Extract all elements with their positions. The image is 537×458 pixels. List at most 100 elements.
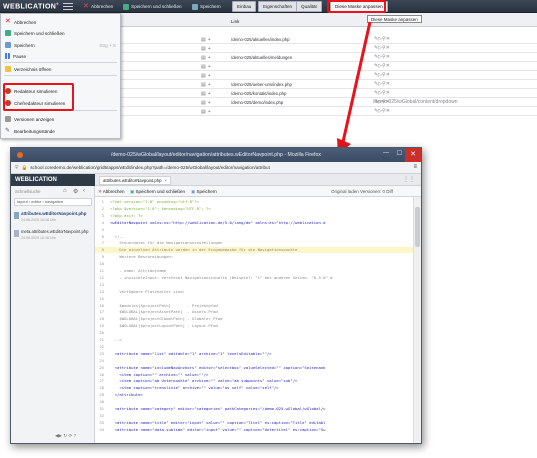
line-number: 29 <box>99 392 104 398</box>
row-link[interactable]: /demo-025/ueber-uns/index.php <box>231 82 292 87</box>
code-text: <?php $version="1.0"; $encoding="UTF-8";… <box>110 205 211 211</box>
code-text: <attribute name="title" editor="input" v… <box>110 419 326 425</box>
editor-version-info[interactable]: Original laden Versionen: 0 Diff <box>331 189 393 194</box>
line-number: 25 <box>99 364 104 370</box>
column-link: Link <box>231 19 240 24</box>
row-controls-icon[interactable]: ▤+ <box>201 82 213 88</box>
firefox-icon <box>17 152 23 158</box>
editor-save-button[interactable]: ▣ Speichern <box>191 189 217 195</box>
line-number: 30 <box>99 399 104 405</box>
row-controls-icon[interactable]: ▤+ <box>201 91 213 97</box>
line-number: 5 <box>101 226 104 232</box>
row-controls-icon[interactable]: ▤+ <box>201 109 213 115</box>
line-number: 28 <box>99 385 104 391</box>
menu-item-save[interactable]: Speichern Strg + S <box>1 40 120 50</box>
code-line: 33 <attribute name="title" editor="input… <box>95 420 413 425</box>
tab-qualitaet[interactable]: Qualität <box>296 1 322 12</box>
editor-save-close-button[interactable]: ▣ Speichern und schließen <box>130 189 185 195</box>
scrollbar[interactable] <box>413 197 421 443</box>
row-controls-icon[interactable]: ▤+ <box>201 46 213 52</box>
code-line: 9 Weitere Beschreibungen: <box>95 254 413 259</box>
menu-toggle-icon[interactable] <box>63 3 73 10</box>
close-icon[interactable]: × <box>165 178 168 183</box>
home-icon[interactable]: ⌂ <box>63 188 67 194</box>
row-controls-icon[interactable]: ▤+ <box>201 55 213 61</box>
code-line: 21 --> <box>95 337 413 342</box>
row-link[interactable]: /demo-025/aktuelles/meldungen <box>231 55 292 60</box>
folder-icon <box>5 66 11 72</box>
menu-item-pause[interactable]: Pause <box>1 51 120 61</box>
arrow-icon[interactable]: ‹ <box>83 188 85 194</box>
menu-divider <box>4 62 117 63</box>
gear-icon[interactable]: ⚙ <box>73 188 78 195</box>
line-number: 10 <box>99 261 104 267</box>
save-close-icon <box>123 3 129 10</box>
row-edit-icons[interactable]: ✎▷⚲✕ <box>374 36 390 42</box>
shield-icon: ⛨ <box>15 165 19 170</box>
code-text: <attribute name="list" editable="1" arch… <box>110 350 272 356</box>
row-edit-icons[interactable]: ✎▷⚲✕ <box>374 54 390 60</box>
row-link[interactable]: /demo-025/aktuelles/index.php <box>231 37 290 42</box>
breadcrumb[interactable]: layout › editor › navigation <box>14 198 92 206</box>
line-number: 7 <box>101 240 104 246</box>
row-link[interactable]: /demo-025/kontakt/index.php <box>231 91 286 96</box>
save-close-button[interactable]: Speichern und schließen <box>123 2 182 11</box>
row-edit-icons[interactable]: ✎▷⚲✕ <box>374 72 390 78</box>
row-controls-icon[interactable]: ▤+ <box>201 100 213 106</box>
code-line: 4 <wEditorNavpoint xmlns:ns="http://webli… <box>95 220 413 225</box>
editor-cancel-button[interactable]: ✕ Abbrechen <box>98 189 125 195</box>
editor-tab[interactable]: attributes.wEditorNavpoint.php × <box>99 176 172 185</box>
row-controls-icon[interactable]: ▤+ <box>201 64 213 70</box>
row-edit-icons[interactable]: ✎▷⚲✕ <box>374 108 390 114</box>
menu-item-cancel[interactable]: ✕ Abbrechen <box>1 17 120 27</box>
quick-search[interactable]: Schnellsuche <box>15 189 41 194</box>
grid-icon[interactable]: ⋮⋮ <box>403 176 415 183</box>
row-link[interactable]: /demo-025/demo/index.php <box>231 100 283 105</box>
menu-item-versions[interactable]: Versionen anzeigen <box>1 114 120 124</box>
code-line: 14 Verfügbare Platzhalter sind: <box>95 289 413 294</box>
line-number: 26 <box>99 371 104 377</box>
editor-tabs: attributes.wEditorNavpoint.php × ⋮⋮ <box>95 174 421 186</box>
menu-divider <box>4 75 117 76</box>
line-number: 33 <box>99 419 104 425</box>
code-text: Verfügbare Platzhalter sind: <box>110 288 185 294</box>
file-icon <box>14 230 19 237</box>
sidebar-footer-icons[interactable]: ◀▶ ↻ ⟳ ? <box>55 433 76 439</box>
cancel-button[interactable]: ✕ Abbrechen <box>83 2 113 11</box>
code-line: 20 <box>95 330 413 335</box>
code-line: 26 <item caption="" archive="" value=""/… <box>95 372 413 377</box>
tab-einbau[interactable]: Einbau <box>232 1 257 12</box>
line-number: 16 <box>99 302 104 308</box>
row-edit-icons[interactable]: ✎▷⚲✕ <box>374 99 390 105</box>
menu-icon[interactable]: ≡ <box>413 164 417 170</box>
row-controls-icon[interactable]: ▤+ <box>201 37 213 43</box>
code-text: <item caption="ab Unterpunkte" archive="… <box>110 378 298 384</box>
line-number: 3 <box>101 212 104 218</box>
tab-eigenschaften[interactable]: Eigenschaften <box>258 1 298 12</box>
minimize-icon[interactable]: — <box>383 150 389 156</box>
code-editor[interactable]: 1 <?xml version="1.0" encoding="utf-8"?> 2… <box>95 197 421 443</box>
file-item[interactable]: attributes.wEditorNavpoint.php 24.06.202… <box>14 211 93 226</box>
code-text: $WGLOBAL[$projectLayoutPath] - Layout-Pf… <box>110 323 218 329</box>
save-button[interactable]: Speichern <box>192 2 221 11</box>
code-line: 28 <item caption="trennlinie" archive=""… <box>95 385 413 390</box>
line-number: 31 <box>99 406 104 411</box>
menu-item-edit-states[interactable]: ✎ Bearbeitungsstände <box>1 126 120 136</box>
row-edit-icons[interactable]: ✎▷⚲✕ <box>374 90 390 96</box>
code-text: Weitere Beschreibungen: <box>110 254 174 260</box>
maximize-icon[interactable]: ☐ <box>397 150 402 157</box>
row-edit-icons[interactable]: ✎▷⚲✕ <box>374 63 390 69</box>
file-item[interactable]: meta.attributes.wEditorNavpoint.php 24.0… <box>14 229 93 244</box>
row-edit-icons[interactable]: ✎▷⚲✕ <box>374 45 390 51</box>
app-menu: ✕ Abbrechen Speichern und schließen Speic… <box>0 13 121 139</box>
line-number: 14 <box>99 288 104 294</box>
row-edit-icons[interactable]: ✎▷⚲✕ <box>374 81 390 87</box>
line-number: 4 <box>101 219 104 225</box>
url-bar[interactable]: ⛨ 🔒 school.coredemo.de/weblication/grid5… <box>11 162 421 174</box>
code-line: 23 <attribute name="list" editable="1" a… <box>95 351 413 356</box>
menu-item-open-folder[interactable]: Verzeichnis öffnen <box>1 64 120 74</box>
menu-item-save-close[interactable]: Speichern und schließen <box>1 28 120 38</box>
close-window-icon[interactable]: ✕ <box>405 148 421 162</box>
row-controls-icon[interactable]: ▤+ <box>201 73 213 79</box>
line-number: 12 <box>99 274 104 280</box>
